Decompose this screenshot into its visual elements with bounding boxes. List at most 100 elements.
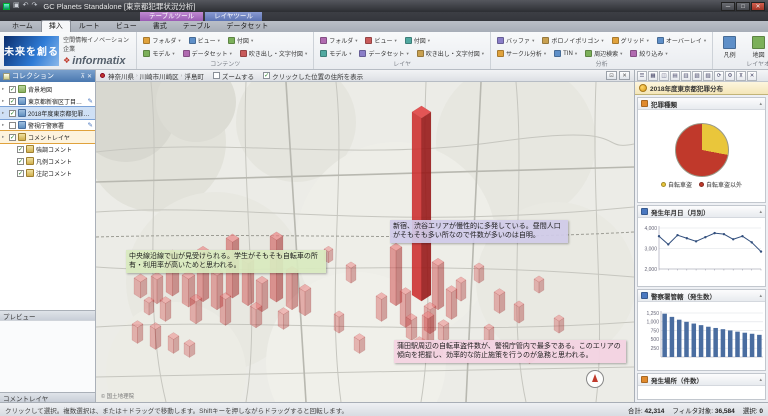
ribbon-group-label: コンテンツ xyxy=(140,61,310,69)
ribbon-button-モデル[interactable]: モデル▾ xyxy=(317,48,354,59)
chart-view-icon[interactable]: ▧ xyxy=(692,71,702,81)
ribbon-button-オーバーレイ[interactable]: オーバーレイ▾ xyxy=(654,35,709,46)
layer-visibility-checkbox[interactable]: ✓ xyxy=(9,98,16,105)
save-icon[interactable]: ▣ xyxy=(13,1,20,11)
edit-pencil-icon[interactable]: ✎ xyxy=(88,121,93,129)
list-view-icon[interactable]: ☰ xyxy=(637,71,647,81)
expander-icon[interactable]: ▸ xyxy=(2,110,7,116)
layer-item-2018年度東京都犯罪分布[interactable]: ▸✓2018年度東京都犯罪分布 xyxy=(0,107,95,119)
ribbon-button-ビュー[interactable]: ビュー▾ xyxy=(362,35,399,46)
float-view-icon[interactable]: ⊡ xyxy=(606,71,617,80)
settings-icon[interactable]: ⚙ xyxy=(725,71,735,81)
ribbon-button-付図[interactable]: 付図▾ xyxy=(225,35,256,46)
redo-icon[interactable]: ↷ xyxy=(32,1,38,11)
ribbon-button-データセット[interactable]: データセット▾ xyxy=(180,48,235,59)
zoom-toggle[interactable]: ズームする xyxy=(213,71,254,81)
chart-card-header[interactable]: 発生場所（件数）▴ xyxy=(638,374,765,386)
svg-text:4,000: 4,000 xyxy=(644,226,657,232)
split-view-icon[interactable]: ◫ xyxy=(659,71,669,81)
ribbon-button-モデル[interactable]: モデル▾ xyxy=(140,48,177,59)
expander-icon[interactable]: ▸ xyxy=(2,134,7,140)
expander-icon[interactable]: ▸ xyxy=(2,86,7,92)
サークル分析-icon xyxy=(497,50,504,57)
panel-pin-icon[interactable]: ⊼ xyxy=(81,73,85,80)
map-annotation-kamata[interactable]: 蒲田駅周辺の自転車盗件数が、警視庁管内で最多である。このエリアの傾向を把握し、効… xyxy=(394,340,626,363)
tab-データセット[interactable]: データセット xyxy=(218,20,276,32)
ribbon-button-地図[interactable]: 地図 xyxy=(745,34,768,61)
comment-layer-panel-header[interactable]: コメントレイヤ xyxy=(0,392,95,402)
minimize-button[interactable]: ─ xyxy=(721,2,735,11)
rows-view-icon[interactable]: ▤ xyxy=(670,71,680,81)
collapse-chevron-icon[interactable]: ▴ xyxy=(759,293,762,299)
show-address-toggle[interactable]: ✓ クリックした位置の住所を表示 xyxy=(263,71,363,81)
layer-item-凡例コメント[interactable]: ✓凡例コメント xyxy=(0,155,95,167)
tab-テーブル[interactable]: テーブル xyxy=(175,20,219,32)
map-region: 神奈川県›川崎市川崎区›浮島町 ズームする ✓ クリックした位置の住所を表示 ⊡… xyxy=(96,70,634,402)
collapse-chevron-icon[interactable]: ▴ xyxy=(759,209,762,215)
ribbon-button-バッファ[interactable]: バッファ▾ xyxy=(494,35,537,46)
ribbon-button-TIN[interactable]: TIN▾ xyxy=(551,48,580,59)
ribbon-button-フォルダ[interactable]: フォルダ▾ xyxy=(317,35,360,46)
preview-panel-header[interactable]: プレビュー xyxy=(0,310,95,320)
ribbon-button-ビュー[interactable]: ビュー▾ xyxy=(186,35,223,46)
tab-ルート[interactable]: ルート xyxy=(71,20,108,32)
chart-card-header[interactable]: 警察署管轄（発生数）▴ xyxy=(638,290,765,302)
ribbon-button-グリッド[interactable]: グリッド▾ xyxy=(609,35,652,46)
ribbon-button-サークル分析[interactable]: サークル分析▾ xyxy=(494,48,549,59)
layer-visibility-checkbox[interactable]: ✓ xyxy=(17,158,24,165)
expander-icon[interactable]: ▸ xyxy=(2,98,7,104)
undo-icon[interactable]: ↶ xyxy=(23,1,29,11)
svg-text:1,250: 1,250 xyxy=(646,311,659,317)
columns-view-icon[interactable]: ▥ xyxy=(681,71,691,81)
map-canvas[interactable]: © 国土地理院 中央線沿線で山が見受けられる。学生がそもそも自転車の所有・利用率… xyxy=(96,82,634,402)
layer-visibility-checkbox[interactable] xyxy=(9,122,16,129)
layer-visibility-checkbox[interactable]: ✓ xyxy=(9,134,16,141)
comment-layer-icon xyxy=(26,145,34,153)
layer-item-東京都新宿区丁目境界[interactable]: ▸✓東京都新宿区丁目境界✎ xyxy=(0,95,95,107)
close-panel-icon[interactable]: ✕ xyxy=(747,71,757,81)
layer-item-注記コメント[interactable]: ✓注記コメント xyxy=(0,167,95,179)
chart-card-header[interactable]: 発生年月日（月別）▴ xyxy=(638,206,765,218)
ribbon-button-吹き出し・文字付図[interactable]: 吹き出し・文字付図▾ xyxy=(414,48,487,59)
tab-挿入[interactable]: 挿入 xyxy=(41,20,71,32)
ribbon-button-付図[interactable]: 付図▾ xyxy=(402,35,433,46)
layer-item-コメントレイヤ[interactable]: ▸✓コメントレイヤ xyxy=(0,131,95,143)
compass-icon[interactable] xyxy=(586,370,604,388)
ribbon-button-絞り込み[interactable]: 絞り込み▾ xyxy=(627,48,670,59)
collapse-chevron-icon[interactable]: ▴ xyxy=(759,101,762,107)
close-view-icon[interactable]: ✕ xyxy=(619,71,630,80)
ribbon-button-データセット[interactable]: データセット▾ xyxy=(356,48,411,59)
tab-ビュー[interactable]: ビュー xyxy=(108,20,145,32)
zoom-checkbox[interactable] xyxy=(213,72,220,79)
expander-icon[interactable]: ▸ xyxy=(2,122,7,128)
ribbon-button-フォルダ[interactable]: フォルダ▾ xyxy=(140,35,183,46)
layer-visibility-checkbox[interactable]: ✓ xyxy=(17,170,24,177)
chart-card-header[interactable]: 犯罪種類▴ xyxy=(638,98,765,110)
edit-pencil-icon[interactable]: ✎ xyxy=(88,97,93,105)
layer-item-背景地図[interactable]: ▸✓背景地図 xyxy=(0,83,95,95)
付図-icon xyxy=(228,37,235,44)
grid-view-icon[interactable]: ▦ xyxy=(648,71,658,81)
layer-item-警視庁警察署[interactable]: ▸警視庁警察署✎ xyxy=(0,119,95,131)
close-button[interactable]: ✕ xyxy=(751,2,765,11)
layer-visibility-checkbox[interactable]: ✓ xyxy=(17,146,24,153)
ribbon-button-ボロノイポリゴン[interactable]: ボロノイポリゴン▾ xyxy=(539,35,606,46)
map-annotation-shinjuku[interactable]: 新宿、渋谷エリアが慢性的に多発している。昼間人口がそもそも多い所なので件数が多い… xyxy=(390,220,568,243)
refresh-icon[interactable]: ⟳ xyxy=(714,71,724,81)
panel-close-icon[interactable]: ✕ xyxy=(87,73,92,80)
tab-書式[interactable]: 書式 xyxy=(145,20,175,32)
pin-panel-icon[interactable]: ⊼ xyxy=(736,71,746,81)
show-address-checkbox[interactable]: ✓ xyxy=(263,72,270,79)
layer-visibility-checkbox[interactable]: ✓ xyxy=(9,110,16,117)
ribbon-button-凡例[interactable]: 凡例 xyxy=(716,34,743,61)
ribbon-button-吹き出し・文字付図[interactable]: 吹き出し・文字付図▾ xyxy=(237,48,310,59)
ribbon-button-周辺検索[interactable]: 周辺検索▾ xyxy=(582,48,625,59)
layer-visibility-checkbox[interactable]: ✓ xyxy=(9,86,16,93)
layer-item-強調コメント[interactable]: ✓強調コメント xyxy=(0,143,95,155)
map-annotation-chuo[interactable]: 中央線沿線で山が見受けられる。学生がそもそも自転車の所有・利用率が高いためと思わ… xyxy=(126,250,326,273)
filter-view-icon[interactable]: ▨ xyxy=(703,71,713,81)
maximize-button[interactable]: □ xyxy=(736,2,750,11)
dataset-tab[interactable]: 2018年度東京都犯罪分布 xyxy=(635,82,768,95)
tab-ホーム[interactable]: ホーム xyxy=(4,20,41,32)
collapse-chevron-icon[interactable]: ▴ xyxy=(759,377,762,383)
